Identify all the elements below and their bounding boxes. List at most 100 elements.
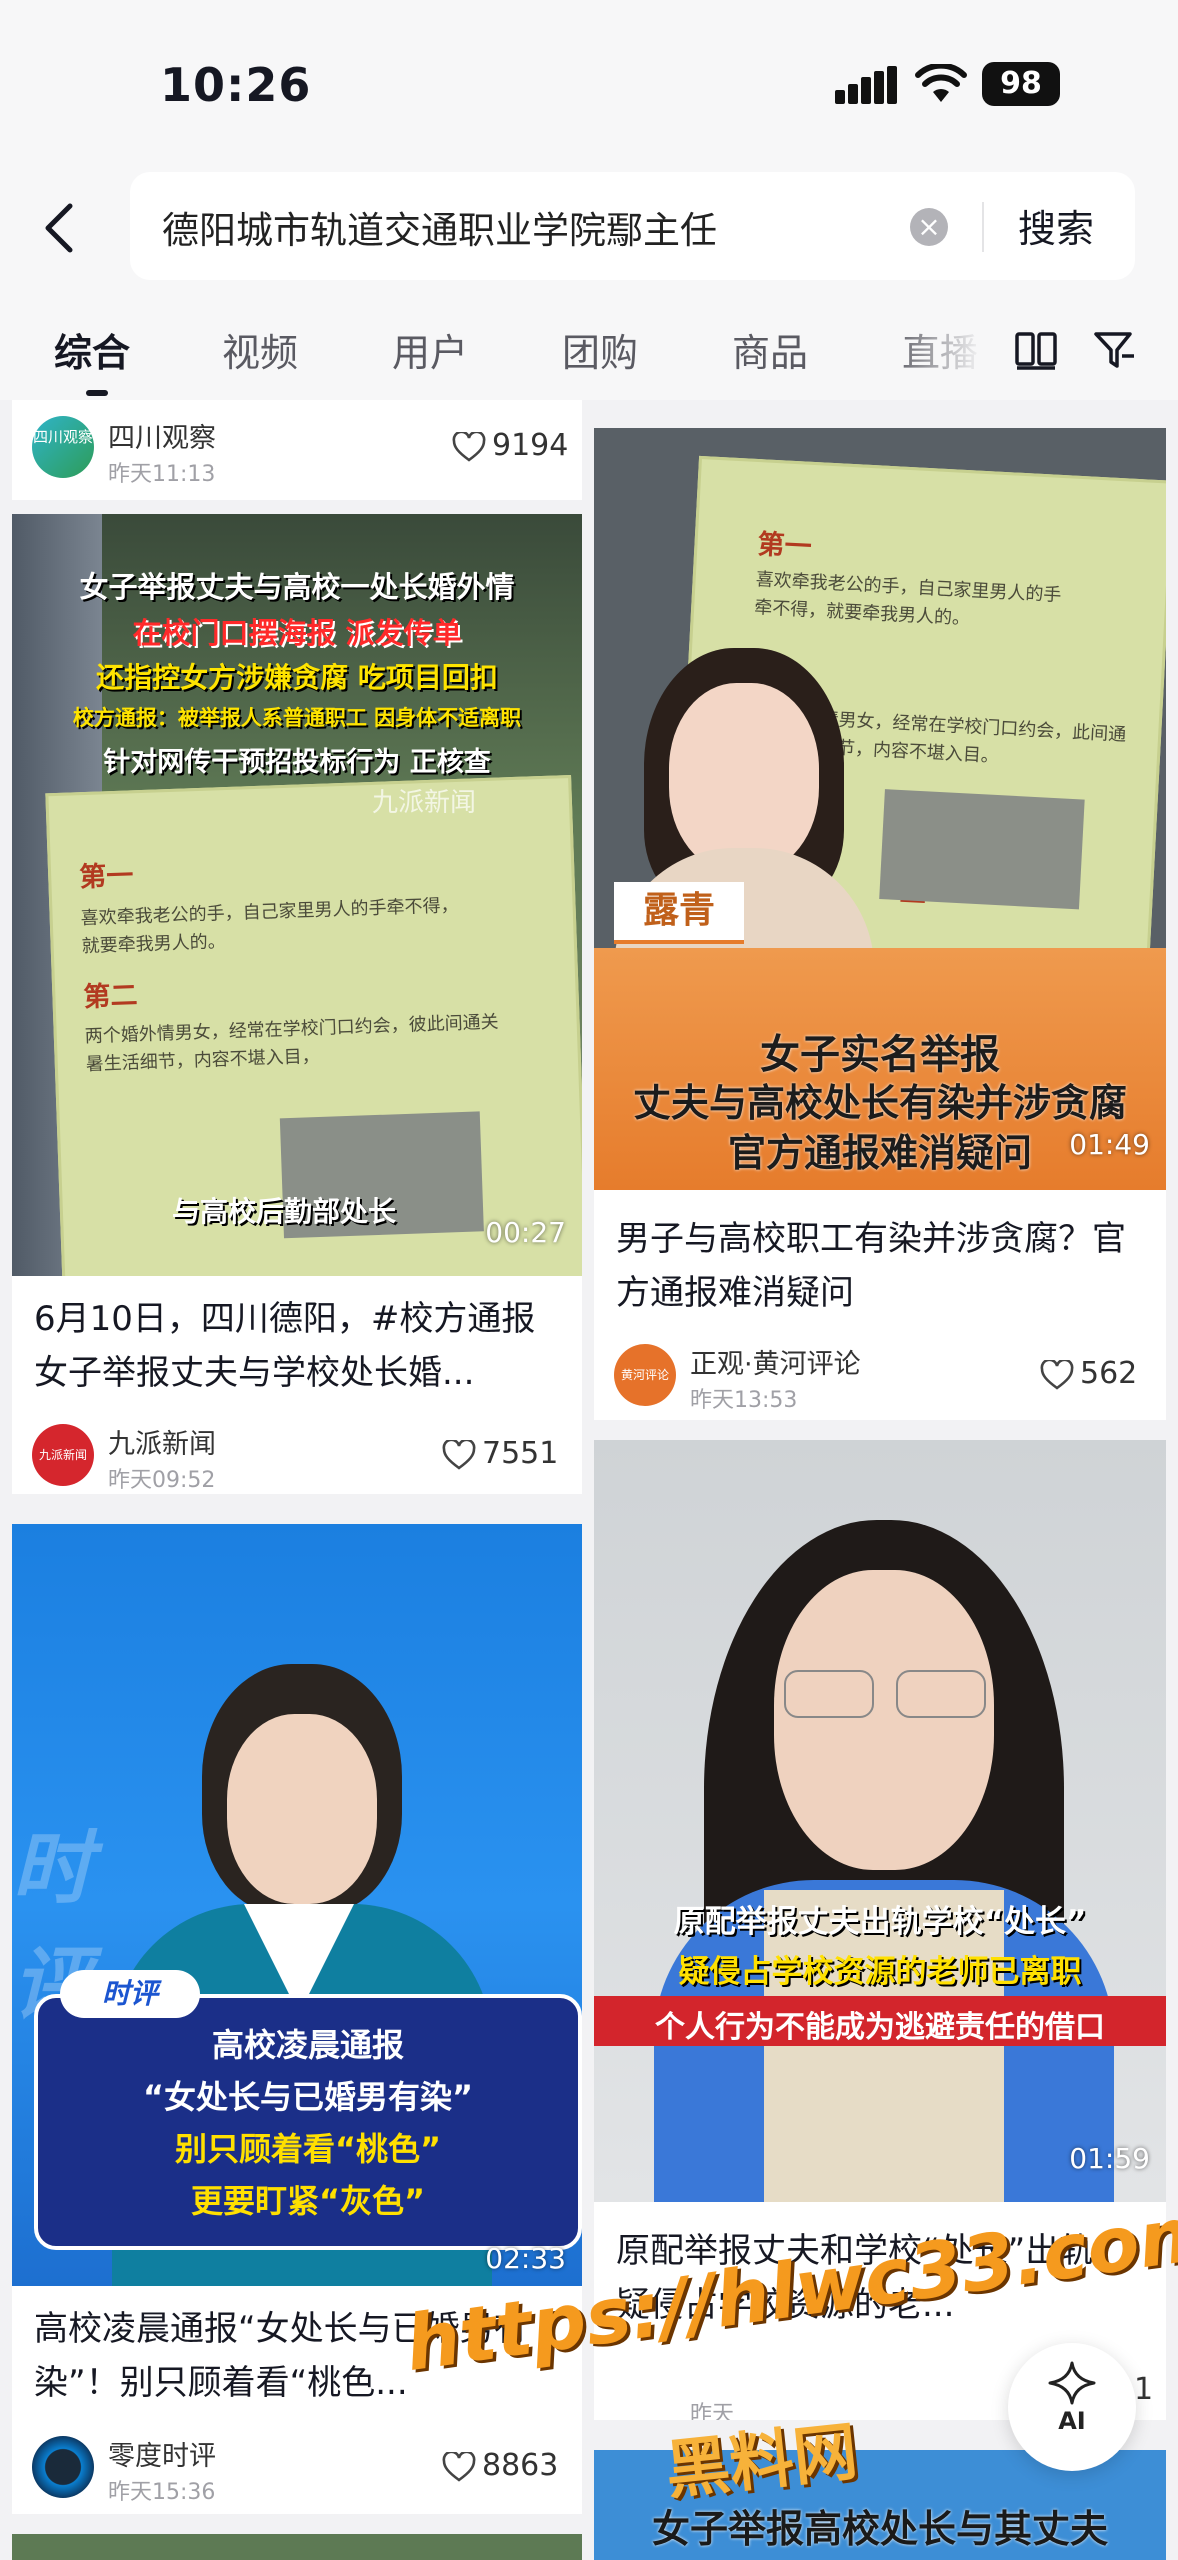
search-header: 德阳城市轨道交通职业学院鄢主任 × 搜索	[0, 160, 1178, 300]
active-tab-indicator	[86, 390, 108, 396]
overlay-line: 个人行为不能成为逃避责任的借口	[655, 2010, 1105, 2045]
poster-heading-1: 第一	[756, 529, 813, 563]
overlay-line: 疑侵占学校资源的老师已离职	[678, 1954, 1082, 1990]
host-face	[669, 683, 819, 873]
video-card[interactable]: 原配举报丈夫出轨学校“处长” 疑侵占学校资源的老师已离职 个人行为不能成为逃避责…	[594, 1440, 1166, 2420]
post-time: 昨天13:53	[690, 1388, 798, 1413]
video-duration: 02:33	[485, 2242, 566, 2275]
overlay-line: 在校门口摆海报 派发传单	[132, 616, 462, 650]
video-title[interactable]: 6月10日，四川德阳，#校方通报女子举报丈夫与学校处长婚...	[34, 1292, 560, 1400]
like-count-value: 562	[1080, 1356, 1138, 1391]
like-count-value: 9194	[492, 428, 569, 463]
headline-panel: 高校凌晨通报 “女处长与已婚男有染” 别只顾着看“桃色” 更要盯紧“灰色”	[34, 1994, 582, 2250]
card-author-row[interactable]: 四川观察 四川观察 昨天11:13 9194	[12, 400, 582, 500]
anchor-face	[227, 1714, 377, 1904]
overlay-line: 女子举报丈夫与高校一处长婚外情	[79, 570, 515, 604]
poster-text-2: 两个婚外情男女，经常在学校门口约会，彼此间通关暑生活细节，内容不堪入目，	[84, 1011, 499, 1076]
status-time: 10:26	[160, 58, 312, 112]
video-card[interactable]: 第一 喜欢牵我老公的手，自己家里男人的手牵不得，就要牵我男人的。 第二 两个婚外…	[12, 514, 582, 1494]
tab-users[interactable]: 用户	[392, 322, 468, 377]
red-banner: 个人行为不能成为逃避责任的借口	[594, 1996, 1166, 2046]
search-divider	[982, 202, 984, 252]
video-duration: 00:27	[485, 1216, 566, 1249]
author-name[interactable]: 正观·黄河评论	[690, 1342, 861, 1381]
like-count[interactable]: 8863	[442, 2448, 558, 2483]
program-logo: 时评	[60, 1970, 200, 2018]
video-card[interactable]: 时评 高校凌晨通报 “女处长与已婚男有染” 别只顾着看“桃色” 更要盯紧“灰色”…	[12, 1524, 582, 2514]
author-name[interactable]: 四川观察	[108, 416, 216, 455]
video-subtitle: 与高校后勤部处长	[172, 1195, 397, 1228]
author-avatar[interactable]: 黄河评论	[614, 1344, 676, 1406]
heart-icon	[1040, 1359, 1074, 1390]
video-title[interactable]: 原配举报丈夫和学校“处长”出轨，疑侵占学校资源的老...	[616, 2224, 1144, 2332]
back-arrow-icon[interactable]	[32, 198, 92, 258]
tab-video[interactable]: 视频	[222, 322, 298, 377]
signal-icon	[835, 66, 897, 104]
author-avatar[interactable]: 四川观察	[32, 416, 94, 478]
tab-fade	[890, 300, 1000, 400]
filter-icon[interactable]	[1092, 328, 1136, 372]
heart-icon	[442, 2451, 476, 2482]
heart-icon	[452, 431, 486, 462]
post-time: 昨天09:52	[108, 1468, 216, 1493]
host-name-tag: 露青	[614, 882, 744, 944]
ai-sparkle-icon	[1048, 2361, 1096, 2405]
like-count-value: 7551	[482, 1436, 559, 1471]
video-watermark: 九派新闻	[372, 788, 477, 818]
heart-icon	[442, 1439, 476, 1470]
overlay-line: 别只顾着看“桃色”	[174, 2130, 442, 2168]
overlay-line: 针对网传干预招投标行为 正核查	[103, 747, 491, 778]
like-count[interactable]: 9194	[452, 428, 568, 463]
search-input[interactable]: 德阳城市轨道交通职业学院鄢主任	[162, 200, 717, 254]
next-card-peek[interactable]	[12, 2534, 582, 2560]
overlay-line: “女处长与已婚男有染”	[142, 2078, 474, 2116]
glasses-icon	[784, 1670, 986, 1720]
overlay-line: 还指控女方涉嫌贪腐 吃项目回扣	[96, 661, 498, 694]
video-thumbnail[interactable]: 原配举报丈夫出轨学校“处长” 疑侵占学校资源的老师已离职 个人行为不能成为逃避责…	[594, 1440, 1166, 2202]
person-face	[774, 1570, 994, 1870]
poster-heading-1: 第一	[78, 860, 134, 894]
post-time: 昨天11:13	[108, 462, 216, 487]
like-count[interactable]: 1	[1134, 2372, 1153, 2407]
background-logo: 时评	[12, 1822, 92, 2031]
video-thumbnail[interactable]: 第一 喜欢牵我老公的手，自己家里男人的手牵不得，就要牵我男人的。 第二 两个婚外…	[594, 428, 1166, 1190]
status-bar: 10:26 98	[0, 0, 1178, 160]
overlay-line: 更要盯紧“灰色”	[190, 2182, 426, 2220]
video-thumbnail[interactable]: 第一 喜欢牵我老公的手，自己家里男人的手牵不得，就要牵我男人的。 第二 两个婚外…	[12, 514, 582, 1276]
video-title[interactable]: 高校凌晨通报“女处长与已婚男有染”！别只顾着看“桃色...	[34, 2302, 560, 2410]
poster-photo	[879, 789, 1085, 910]
poster-text-1: 喜欢牵我老公的手，自己家里男人的手牵不得，就要牵我男人的。	[753, 569, 1062, 630]
grid-layout-icon[interactable]	[1014, 328, 1058, 372]
battery-indicator: 98	[982, 62, 1060, 106]
ai-assistant-button[interactable]: AI	[1008, 2343, 1136, 2471]
overlay-line: 丈夫与高校处长有染并涉贪腐	[632, 1081, 1127, 1125]
overlay-line: 原配举报丈夫出轨学校“处长”	[673, 1904, 1087, 1940]
wifi-icon	[915, 64, 967, 102]
video-card[interactable]: 第一 喜欢牵我老公的手，自己家里男人的手牵不得，就要牵我男人的。 第二 两个婚外…	[594, 428, 1166, 1420]
post-time: 昨天	[690, 2402, 735, 2420]
search-button[interactable]: 搜索	[1018, 198, 1094, 253]
search-box[interactable]: 德阳城市轨道交通职业学院鄢主任 × 搜索	[130, 172, 1135, 280]
video-title[interactable]: 男子与高校职工有染并涉贪腐？官方通报难消疑问	[616, 1212, 1144, 1320]
poster-heading-2: 第二	[82, 980, 138, 1014]
author-avatar[interactable]: 九派新闻	[32, 1424, 94, 1486]
post-time: 昨天15:36	[108, 2480, 216, 2505]
author-avatar[interactable]	[32, 2436, 94, 2498]
like-count-value: 8863	[482, 2448, 559, 2483]
video-duration: 01:49	[1069, 1128, 1150, 1161]
result-tabs: 综合 视频 用户 团购 商品 直播	[0, 300, 1178, 400]
overlay-line: 校方通报：被举报人系普通职工 因身体不适离职	[72, 706, 522, 730]
tab-all[interactable]: 综合	[54, 322, 130, 377]
overlay-line: 女子举报高校处长与其丈夫	[651, 2507, 1108, 2551]
overlay-line: 高校凌晨通报	[211, 2026, 404, 2064]
video-thumbnail[interactable]: 时评 高校凌晨通报 “女处长与已婚男有染” 别只顾着看“桃色” 更要盯紧“灰色”…	[12, 1524, 582, 2286]
tab-group-buy[interactable]: 团购	[562, 322, 638, 377]
tab-products[interactable]: 商品	[732, 322, 808, 377]
like-count[interactable]: 562	[1040, 1356, 1137, 1391]
like-count[interactable]: 7551	[442, 1436, 558, 1471]
poster-text-1: 喜欢牵我老公的手，自己家里男人的手牵不得，就要牵我男人的。	[80, 894, 459, 958]
author-name[interactable]: 零度时评	[108, 2434, 216, 2473]
author-name[interactable]: 九派新闻	[108, 1422, 216, 1461]
video-duration: 01:59	[1069, 2142, 1150, 2175]
clear-icon[interactable]: ×	[910, 208, 948, 246]
